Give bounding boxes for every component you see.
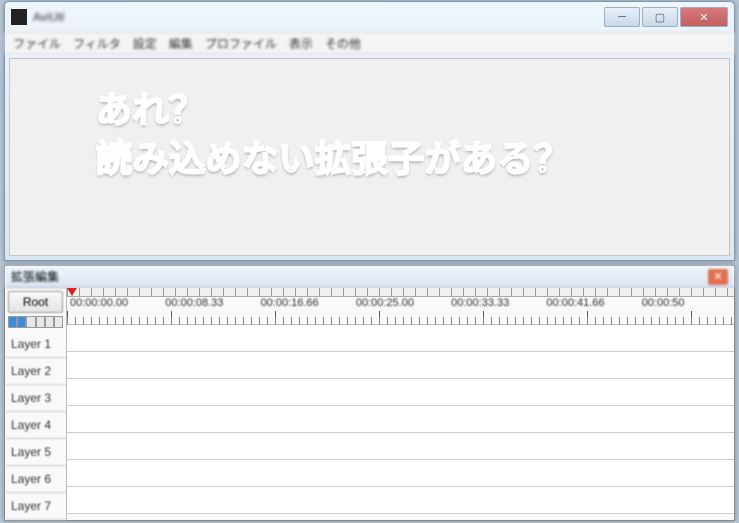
window-title: AviUtl bbox=[33, 10, 64, 24]
menu-view[interactable]: 表示 bbox=[289, 35, 313, 52]
menu-settings[interactable]: 設定 bbox=[133, 35, 157, 52]
timeline-window: 拡張編集 ✕ Root Layer 1 Layer 2 Layer 3 Laye… bbox=[4, 265, 735, 521]
timecode: 00:00:00.00 bbox=[67, 297, 162, 311]
timeline-close-button[interactable]: ✕ bbox=[708, 269, 728, 285]
zoom-slider[interactable] bbox=[8, 316, 63, 328]
track-row[interactable] bbox=[67, 406, 734, 433]
layer-label[interactable]: Layer 1 bbox=[5, 331, 66, 358]
layer-label[interactable]: Layer 6 bbox=[5, 466, 66, 493]
track-row[interactable] bbox=[67, 487, 734, 514]
timeline-tracks-area[interactable]: 00:00:00.00 00:00:08.33 00:00:16.66 00:0… bbox=[67, 288, 734, 520]
window-controls: ─ ▢ ✕ bbox=[604, 7, 728, 27]
layer-label[interactable]: Layer 2 bbox=[5, 358, 66, 385]
root-button[interactable]: Root bbox=[8, 291, 63, 313]
timeline-titlebar[interactable]: 拡張編集 ✕ bbox=[5, 266, 734, 288]
menu-filter[interactable]: フィルタ bbox=[73, 35, 121, 52]
main-window: AviUtl ─ ▢ ✕ ファイル フィルタ 設定 編集 プロファイル 表示 そ… bbox=[4, 1, 735, 261]
timecode: 00:00:33.33 bbox=[448, 297, 543, 311]
menu-edit[interactable]: 編集 bbox=[169, 35, 193, 52]
track-row[interactable] bbox=[67, 352, 734, 379]
menu-profile[interactable]: プロファイル bbox=[205, 35, 277, 52]
titlebar[interactable]: AviUtl ─ ▢ ✕ bbox=[5, 2, 734, 32]
timecode: 00:00:50 bbox=[639, 297, 734, 311]
close-button[interactable]: ✕ bbox=[680, 7, 728, 27]
layer-label[interactable]: Layer 7 bbox=[5, 493, 66, 520]
menu-other[interactable]: その他 bbox=[325, 35, 361, 52]
maximize-button[interactable]: ▢ bbox=[642, 7, 678, 27]
menu-file[interactable]: ファイル bbox=[13, 35, 61, 52]
timecode: 00:00:16.66 bbox=[258, 297, 353, 311]
menubar: ファイル フィルタ 設定 編集 プロファイル 表示 その他 bbox=[5, 32, 734, 54]
time-ruler[interactable]: 00:00:00.00 00:00:08.33 00:00:16.66 00:0… bbox=[67, 288, 734, 325]
track-row[interactable] bbox=[67, 460, 734, 487]
timeline-title-text: 拡張編集 bbox=[11, 268, 59, 285]
layer-label[interactable]: Layer 3 bbox=[5, 385, 66, 412]
app-icon bbox=[11, 9, 27, 25]
timecode: 00:00:08.33 bbox=[162, 297, 257, 311]
track-row[interactable] bbox=[67, 325, 734, 352]
timeline-body: Root Layer 1 Layer 2 Layer 3 Layer 4 Lay… bbox=[5, 288, 734, 520]
layer-label[interactable]: Layer 5 bbox=[5, 439, 66, 466]
timeline-left-panel: Root Layer 1 Layer 2 Layer 3 Layer 4 Lay… bbox=[5, 288, 67, 520]
timecode: 00:00:25.00 bbox=[353, 297, 448, 311]
minimize-button[interactable]: ─ bbox=[604, 7, 640, 27]
layer-label[interactable]: Layer 4 bbox=[5, 412, 66, 439]
track-row[interactable] bbox=[67, 379, 734, 406]
preview-area bbox=[9, 58, 730, 256]
timecode: 00:00:41.66 bbox=[543, 297, 638, 311]
track-row[interactable] bbox=[67, 433, 734, 460]
